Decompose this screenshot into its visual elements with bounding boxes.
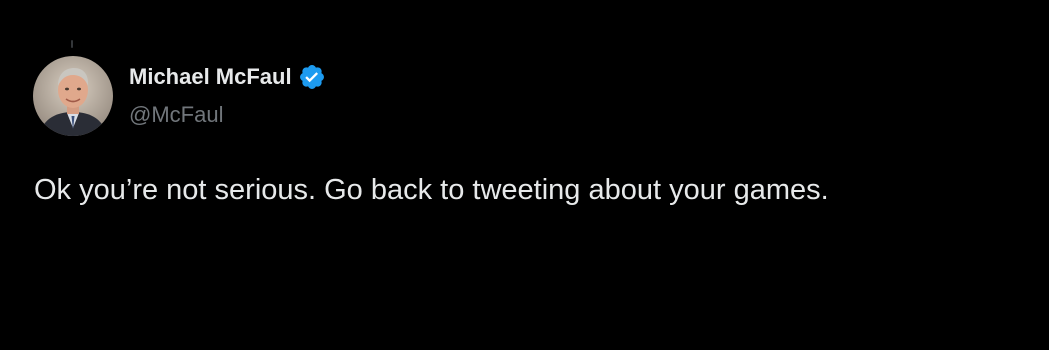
author-handle[interactable]: @McFaul <box>129 102 326 128</box>
avatar-photo <box>33 56 113 136</box>
avatar[interactable] <box>33 56 113 136</box>
tweet-text: Ok you’re not serious. Go back to tweeti… <box>34 174 829 206</box>
author-info: Michael McFaul @McFaul <box>129 60 326 128</box>
verified-badge-icon[interactable] <box>298 63 326 91</box>
author-name-row: Michael McFaul <box>129 60 326 94</box>
author-display-name[interactable]: Michael McFaul <box>129 64 292 90</box>
thread-connector-line <box>71 40 73 48</box>
